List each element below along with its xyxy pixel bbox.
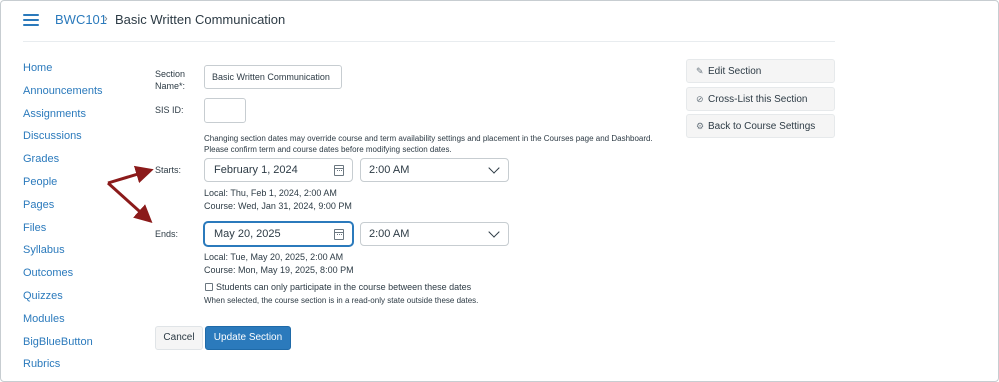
restrict-dates-checkbox[interactable] bbox=[205, 283, 213, 291]
start-course-time: Course: Wed, Jan 31, 2024, 9:00 PM bbox=[204, 201, 352, 211]
cross-list-label: Cross-List this Section bbox=[708, 94, 808, 105]
nav-item-pages[interactable]: Pages bbox=[23, 198, 103, 221]
chevron-down-icon bbox=[488, 162, 500, 174]
pencil-icon: ✎ bbox=[696, 66, 704, 76]
nav-item-files[interactable]: Files bbox=[23, 221, 103, 244]
end-date-value: May 20, 2025 bbox=[214, 228, 281, 240]
nav-item-home[interactable]: Home bbox=[23, 61, 103, 84]
start-date-value: February 1, 2024 bbox=[214, 164, 298, 176]
cross-list-button[interactable]: ⊘ Cross-List this Section bbox=[686, 87, 835, 111]
nav-item-assignments[interactable]: Assignments bbox=[23, 107, 103, 130]
nav-item-outcomes[interactable]: Outcomes bbox=[23, 266, 103, 289]
back-to-settings-label: Back to Course Settings bbox=[708, 121, 816, 132]
nav-item-grades[interactable]: Grades bbox=[23, 152, 103, 175]
breadcrumb-current: Basic Written Communication bbox=[115, 12, 286, 27]
chevron-down-icon bbox=[488, 226, 500, 238]
edit-section-label: Edit Section bbox=[708, 66, 762, 77]
hamburger-menu-icon[interactable] bbox=[23, 14, 39, 26]
arrow-to-ends bbox=[106, 181, 153, 224]
back-to-settings-button[interactable]: ⚙ Back to Course Settings bbox=[686, 114, 835, 138]
nav-item-people[interactable]: People bbox=[23, 175, 103, 198]
course-navigation: Home Announcements Assignments Discussio… bbox=[23, 61, 103, 380]
end-local-time: Local: Tue, May 20, 2025, 2:00 AM bbox=[204, 252, 344, 262]
restrict-dates-label[interactable]: Students can only participate in the cou… bbox=[216, 282, 471, 292]
sis-id-input[interactable] bbox=[204, 98, 246, 123]
breadcrumb-course-link[interactable]: BWC101 bbox=[55, 12, 107, 27]
start-date-input[interactable]: February 1, 2024 bbox=[204, 158, 353, 182]
cross-list-icon: ⊘ bbox=[696, 94, 704, 104]
breadcrumb-separator-icon: › bbox=[104, 13, 108, 25]
nav-item-rubrics[interactable]: Rubrics bbox=[23, 357, 103, 380]
annotation-arrows bbox=[106, 165, 154, 224]
notice-line-2: Please confirm term and course dates bef… bbox=[204, 145, 452, 154]
page-frame: BWC101 › Basic Written Communication Hom… bbox=[0, 0, 999, 382]
end-time-value: 2:00 AM bbox=[369, 228, 410, 240]
section-name-input[interactable] bbox=[204, 65, 342, 89]
nav-item-discussions[interactable]: Discussions bbox=[23, 129, 103, 152]
start-local-time: Local: Thu, Feb 1, 2024, 2:00 AM bbox=[204, 188, 337, 198]
nav-item-bigbluebutton[interactable]: BigBlueButton bbox=[23, 335, 103, 358]
gear-icon: ⚙ bbox=[696, 121, 705, 131]
end-course-time: Course: Mon, May 19, 2025, 8:00 PM bbox=[204, 265, 354, 275]
nav-item-announcements[interactable]: Announcements bbox=[23, 84, 103, 107]
date-change-notice: Changing section dates may override cour… bbox=[204, 133, 654, 155]
end-date-input[interactable]: May 20, 2025 bbox=[204, 222, 353, 246]
nav-item-syllabus[interactable]: Syllabus bbox=[23, 243, 103, 266]
start-time-select[interactable]: 2:00 AM bbox=[360, 158, 509, 182]
nav-item-quizzes[interactable]: Quizzes bbox=[23, 289, 103, 312]
calendar-icon[interactable] bbox=[334, 229, 344, 240]
restrict-dates-help: When selected, the course section is in … bbox=[204, 296, 479, 305]
end-time-select[interactable]: 2:00 AM bbox=[360, 222, 509, 246]
sis-id-label: SIS ID: bbox=[155, 105, 184, 115]
section-name-label: Section Name*: bbox=[155, 69, 186, 91]
arrow-to-starts bbox=[107, 165, 154, 185]
update-section-button[interactable]: Update Section bbox=[205, 326, 291, 350]
cancel-button[interactable]: Cancel bbox=[155, 326, 203, 350]
calendar-icon[interactable] bbox=[334, 165, 344, 176]
notice-line-1: Changing section dates may override cour… bbox=[204, 134, 653, 143]
edit-section-button[interactable]: ✎ Edit Section bbox=[686, 59, 835, 83]
start-time-value: 2:00 AM bbox=[369, 164, 410, 176]
header-divider bbox=[23, 41, 835, 42]
nav-item-modules[interactable]: Modules bbox=[23, 312, 103, 335]
